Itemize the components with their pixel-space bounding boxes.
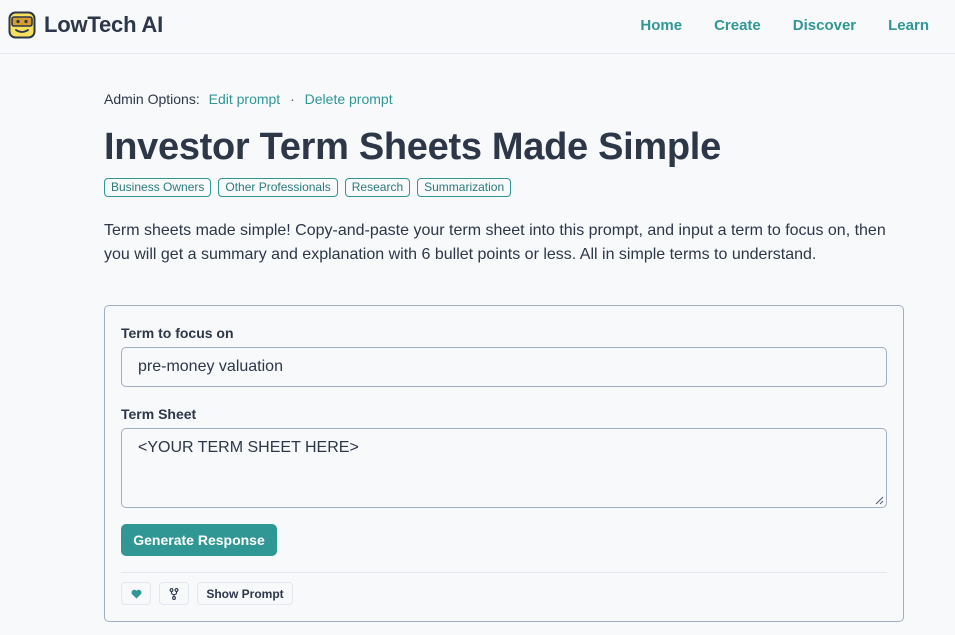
brand[interactable]: LowTech AI bbox=[8, 11, 163, 39]
like-button[interactable] bbox=[121, 582, 151, 605]
robot-face-icon bbox=[8, 11, 36, 39]
top-navbar: LowTech AI Home Create Discover Learn bbox=[0, 0, 955, 54]
tag-summarization[interactable]: Summarization bbox=[417, 178, 512, 197]
prompt-form-card: Term to focus on pre-money valuation Ter… bbox=[104, 305, 904, 622]
prompt-page: Admin Options: Edit prompt · Delete prom… bbox=[104, 90, 904, 267]
generate-response-button[interactable]: Generate Response bbox=[121, 524, 277, 556]
page-title: Investor Term Sheets Made Simple bbox=[104, 126, 721, 168]
delete-prompt-link[interactable]: Delete prompt bbox=[305, 91, 393, 107]
nav-home[interactable]: Home bbox=[640, 17, 682, 34]
tag-list: Business Owners Other Professionals Rese… bbox=[104, 178, 904, 197]
tag-business-owners[interactable]: Business Owners bbox=[104, 178, 212, 197]
card-divider bbox=[121, 572, 887, 573]
term-sheet-text: <YOUR TERM SHEET HERE> bbox=[138, 439, 359, 456]
term-sheet-textarea[interactable]: <YOUR TERM SHEET HERE> bbox=[121, 428, 887, 508]
term-focus-label: Term to focus on bbox=[121, 325, 234, 341]
tag-research[interactable]: Research bbox=[344, 178, 411, 197]
term-focus-input[interactable]: pre-money valuation bbox=[121, 347, 887, 387]
admin-options-label: Admin Options: bbox=[104, 91, 200, 107]
admin-options: Admin Options: Edit prompt · Delete prom… bbox=[104, 90, 904, 108]
tag-other-professionals[interactable]: Other Professionals bbox=[218, 178, 338, 197]
brand-name: LowTech AI bbox=[44, 12, 164, 37]
nav-discover[interactable]: Discover bbox=[793, 17, 856, 34]
main-nav: Home Create Discover Learn bbox=[608, 17, 929, 34]
prompt-description: Term sheets made simple! Copy-and-paste … bbox=[104, 222, 886, 263]
nav-learn[interactable]: Learn bbox=[888, 17, 929, 34]
resize-handle-icon[interactable] bbox=[875, 496, 884, 505]
admin-separator: · bbox=[290, 91, 295, 107]
fork-button[interactable] bbox=[159, 582, 189, 605]
show-prompt-button[interactable]: Show Prompt bbox=[197, 582, 293, 605]
fork-icon bbox=[169, 587, 179, 600]
nav-create[interactable]: Create bbox=[714, 17, 761, 34]
edit-prompt-link[interactable]: Edit prompt bbox=[209, 91, 281, 107]
heart-icon bbox=[131, 589, 141, 599]
term-sheet-label: Term Sheet bbox=[121, 406, 197, 422]
